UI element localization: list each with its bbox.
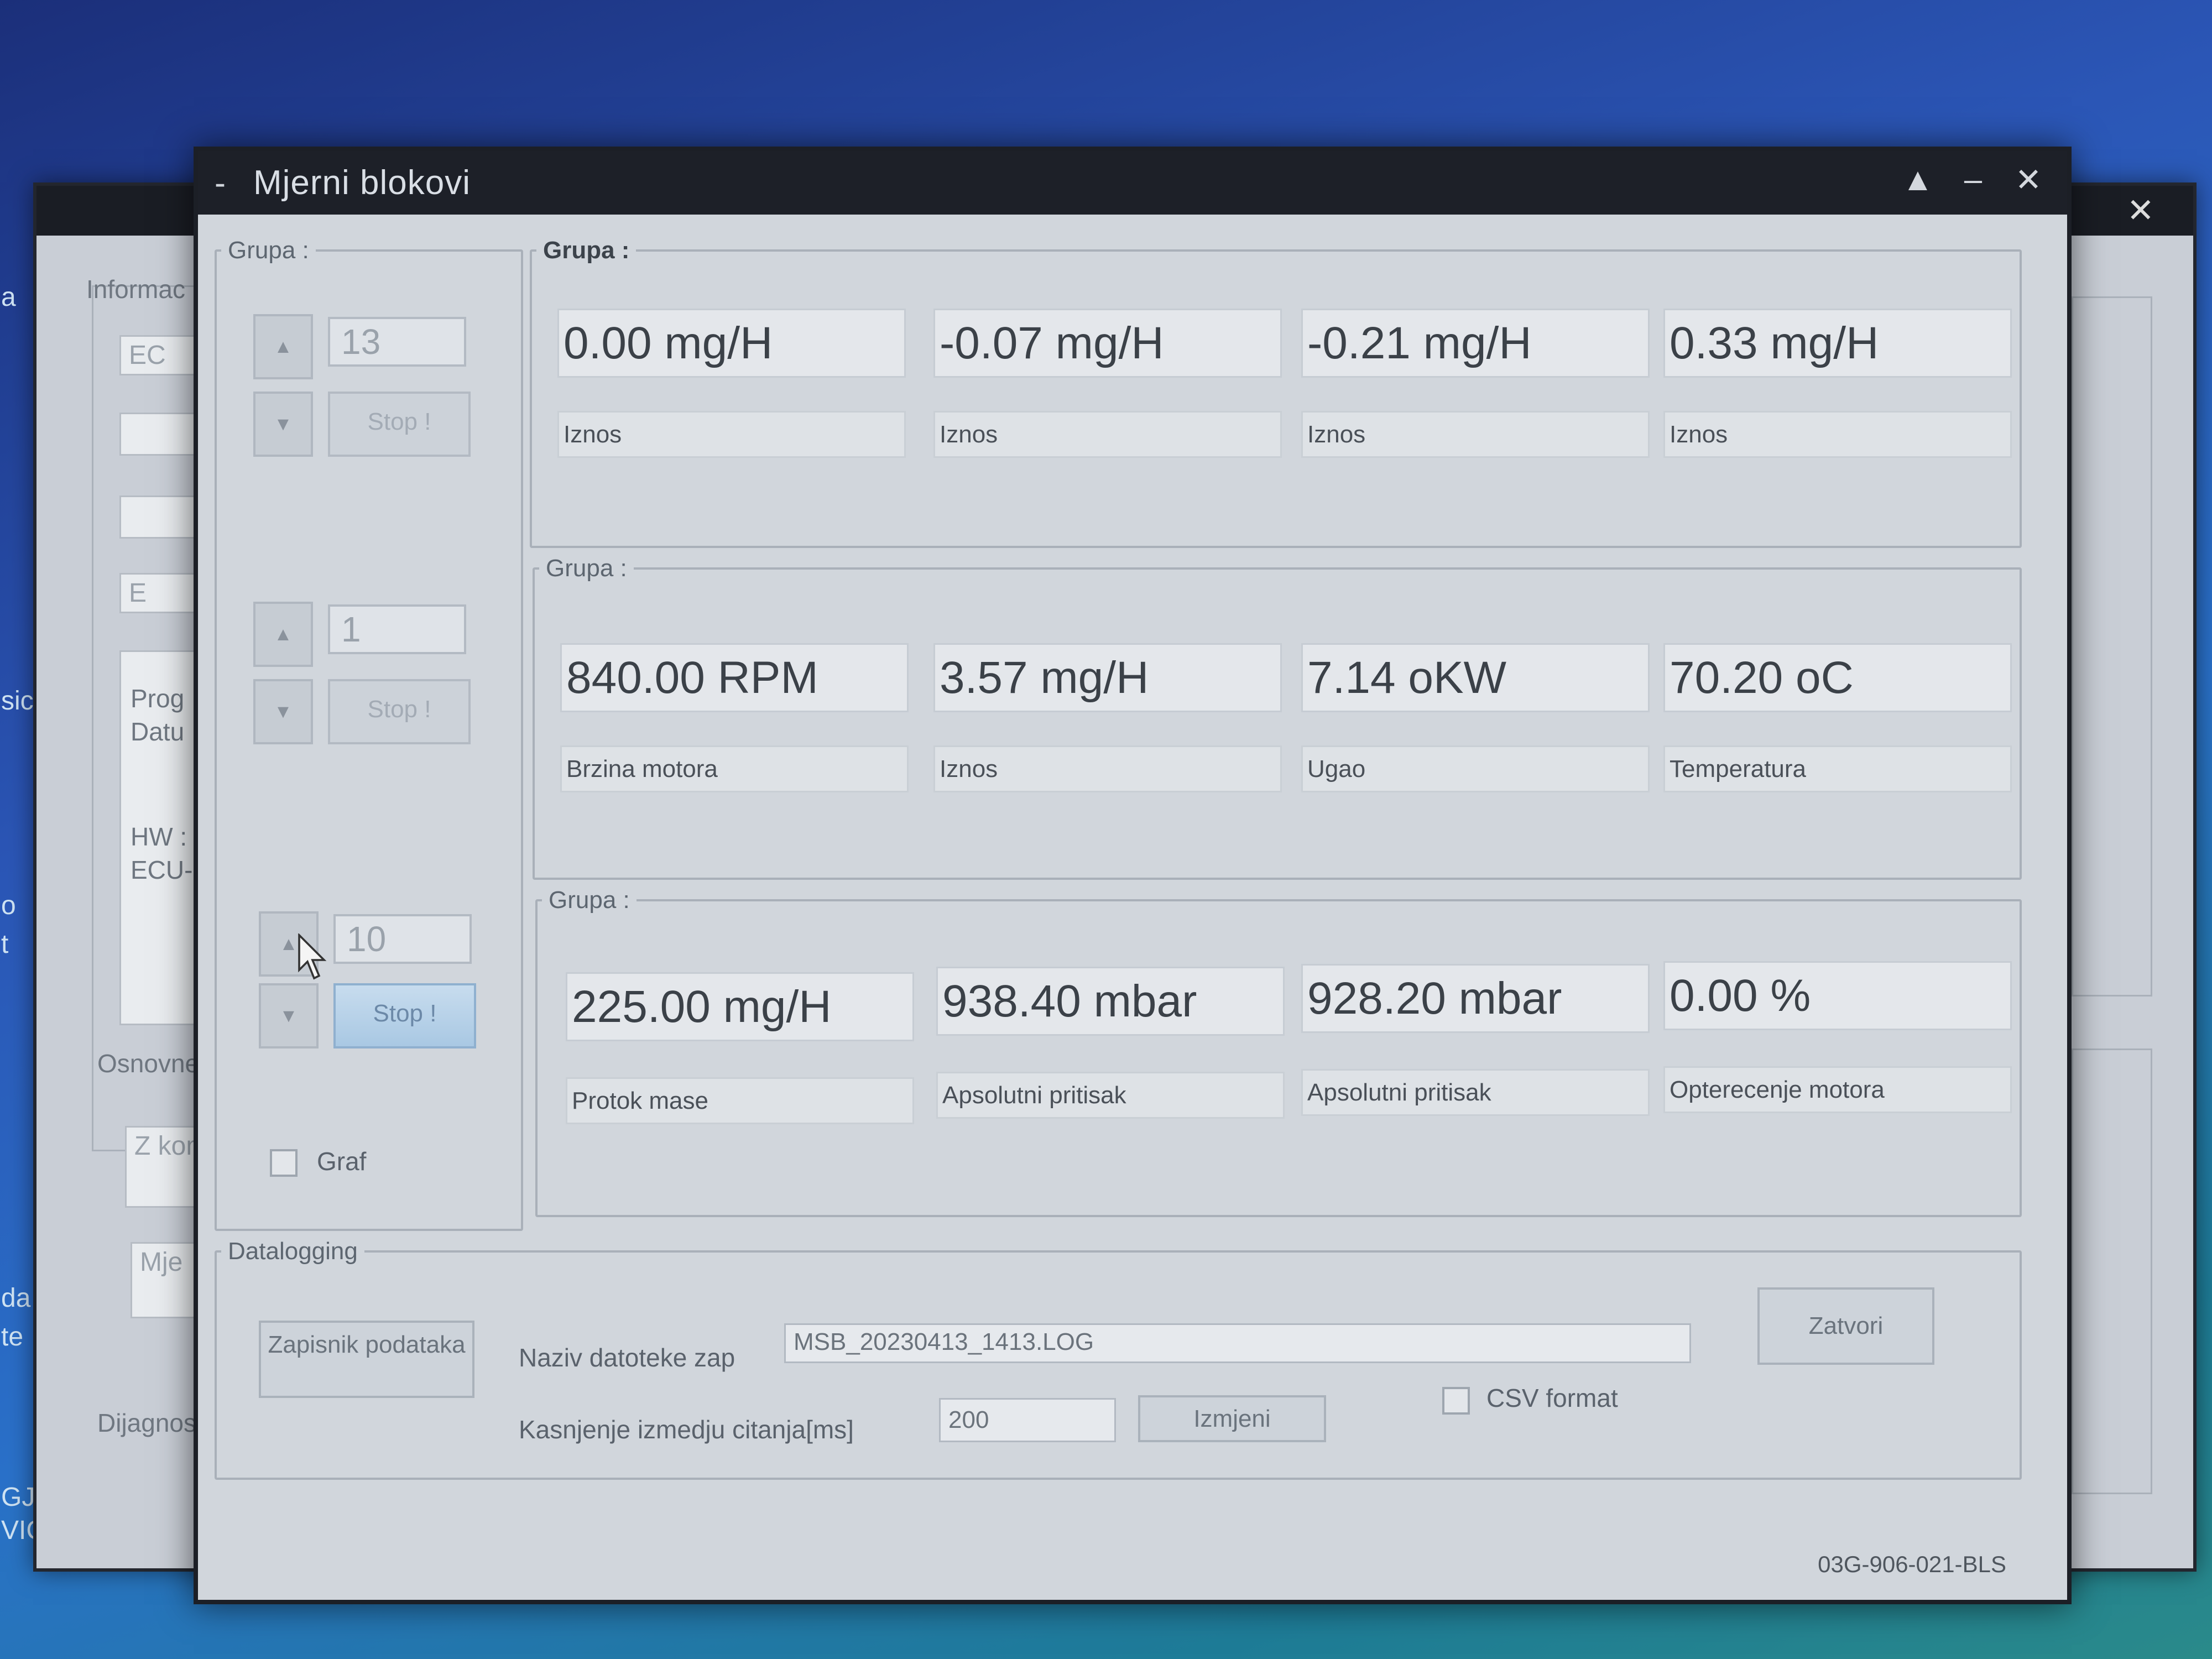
value-field: 0.00 % — [1663, 961, 2012, 1030]
measurement-blocks-window: - Mjerni blokovi ▲ – ✕ Grupa : ▲ 13 ▼ St… — [194, 147, 2072, 1604]
value-label: Temperatura — [1663, 745, 2012, 792]
group-number-field[interactable]: 13 — [328, 317, 466, 367]
background-right-panel — [2072, 296, 2152, 997]
window-client-area: Grupa : ▲ 13 ▼ Stop ! ▲ 1 ▼ Stop ! ▲ 10 … — [198, 215, 2067, 1600]
value-field: 0.33 mg/H — [1663, 309, 2012, 378]
group-number-field[interactable]: 10 — [333, 914, 472, 964]
value-label: Iznos — [557, 411, 906, 458]
graf-checkbox[interactable] — [270, 1149, 298, 1177]
datalogging-legend: Datalogging — [228, 1238, 358, 1265]
value-field: -0.21 mg/H — [1301, 309, 1650, 378]
group-down-button[interactable]: ▼ — [253, 392, 313, 457]
close-icon[interactable]: ✕ — [2006, 161, 2051, 199]
csv-format-checkbox[interactable] — [1442, 1387, 1470, 1415]
value-field: 7.14 oKW — [1301, 643, 1650, 712]
value-field: 928.20 mbar — [1301, 964, 1650, 1033]
graf-label: Graf — [317, 1147, 367, 1176]
minimize-icon[interactable]: – — [1951, 161, 1995, 198]
group-legend: Grupa : — [549, 886, 630, 914]
value-field: 225.00 mg/H — [566, 972, 914, 1041]
mouse-cursor-icon — [298, 933, 327, 980]
group-selector-legend: Grupa : — [228, 237, 309, 264]
desktop-label: t — [1, 930, 9, 959]
value-label: Ugao — [1301, 745, 1650, 792]
value-label: Iznos — [1663, 411, 2012, 458]
value-label: Iznos — [1301, 411, 1650, 458]
csv-format-label: CSV format — [1486, 1384, 1618, 1412]
value-field: 3.57 mg/H — [933, 643, 1282, 712]
value-label: Iznos — [933, 411, 1282, 458]
arrow-down-icon: ▼ — [274, 701, 293, 722]
part-number: 03G-906-021-BLS — [1818, 1551, 2006, 1577]
group-legend: Grupa : — [546, 555, 627, 582]
delay-field[interactable]: 200 — [939, 1398, 1116, 1442]
window-title: Mjerni blokovi — [253, 164, 471, 202]
background-label: Prog — [131, 684, 185, 713]
value-label: Iznos — [933, 745, 1282, 792]
desktop-label: da — [1, 1284, 31, 1313]
group-down-button[interactable]: ▼ — [253, 679, 313, 744]
arrow-up-icon: ▲ — [274, 336, 293, 357]
titlebar: - Mjerni blokovi ▲ – ✕ — [198, 151, 2067, 215]
value-field: 70.20 oC — [1663, 643, 2012, 712]
value-label: Opterecenje motora — [1663, 1066, 2012, 1113]
value-label: Apsolutni pritisak — [936, 1072, 1285, 1119]
value-field: 0.00 mg/H — [557, 309, 906, 378]
value-field: -0.07 mg/H — [933, 309, 1282, 378]
close-icon[interactable]: ✕ — [2127, 191, 2154, 230]
value-field: 840.00 RPM — [560, 643, 909, 712]
value-label: Apsolutni pritisak — [1301, 1069, 1650, 1116]
filename-field[interactable]: MSB_20230413_1413.LOG — [784, 1323, 1691, 1363]
desktop-label: o — [1, 891, 16, 920]
desktop-label: te — [1, 1322, 24, 1352]
arrow-down-icon: ▼ — [279, 1005, 298, 1026]
background-label: Datu — [131, 717, 185, 746]
value-field: 938.40 mbar — [936, 967, 1285, 1036]
group-stop-button[interactable]: Stop ! — [328, 392, 471, 457]
value-label: Protok mase — [566, 1077, 914, 1124]
close-button[interactable]: Zatvori — [1757, 1287, 1934, 1365]
background-label: Dijagnosti — [97, 1408, 209, 1437]
measurement-group-2: Grupa : — [533, 555, 2022, 880]
group-number-field[interactable]: 1 — [328, 604, 466, 654]
background-right-panel — [2072, 1048, 2152, 1494]
group-stop-button[interactable]: Stop ! — [333, 983, 476, 1048]
value-label: Brzina motora — [560, 745, 909, 792]
background-label: Informac — [86, 275, 185, 304]
background-label: ECU- — [131, 855, 193, 884]
background-label: Osnovne — [97, 1049, 200, 1078]
delay-label: Kasnjenje izmedju citanja[ms] — [519, 1415, 854, 1444]
desktop-label: a — [1, 283, 16, 312]
system-menu-icon[interactable]: - — [215, 164, 248, 202]
filename-label: Naziv datoteke zap — [519, 1343, 735, 1372]
group-legend: Grupa : — [543, 237, 630, 264]
arrow-down-icon: ▼ — [274, 413, 293, 435]
group-up-button[interactable]: ▲ — [253, 314, 313, 379]
group-up-button[interactable]: ▲ — [253, 602, 313, 667]
measurement-group-1: Grupa : — [530, 237, 2022, 548]
measurement-group-3: Grupa : — [535, 886, 2022, 1217]
group-stop-button[interactable]: Stop ! — [328, 679, 471, 744]
change-button[interactable]: Izmjeni — [1138, 1395, 1326, 1442]
data-log-button[interactable]: Zapisnik podataka — [259, 1321, 474, 1398]
maximize-icon[interactable]: ▲ — [1896, 161, 1940, 198]
arrow-up-icon: ▲ — [279, 933, 298, 954]
background-label: HW : — [131, 822, 187, 851]
group-down-button[interactable]: ▼ — [259, 983, 319, 1048]
arrow-up-icon: ▲ — [274, 623, 293, 645]
